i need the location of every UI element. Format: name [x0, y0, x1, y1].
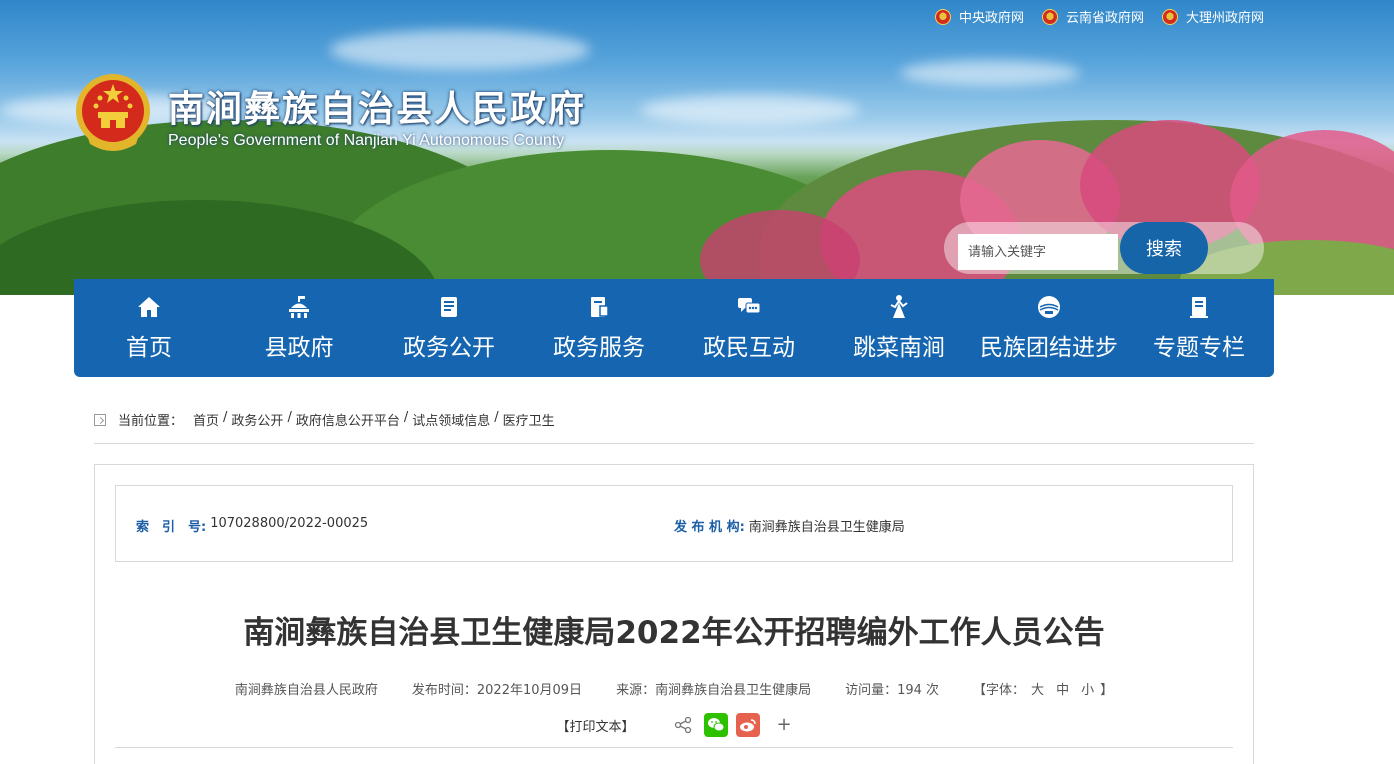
- nav-item-home[interactable]: 首页: [74, 279, 224, 377]
- national-emblem-icon: [1161, 8, 1178, 25]
- article-container: 索 引 号: 107028800/2022-00025 发 布 机 构: 南涧彝…: [94, 464, 1254, 764]
- national-emblem-logo[interactable]: [74, 72, 152, 154]
- breadcrumb-link-info-platform[interactable]: 政府信息公开平台: [296, 410, 400, 429]
- breadcrumb-label: 当前位置：: [118, 414, 184, 429]
- search-input[interactable]: [958, 234, 1118, 270]
- nav-item-interaction[interactable]: 政民互动: [674, 279, 824, 377]
- meta-index-value: 107028800/2022-00025: [210, 516, 369, 531]
- article-info-row: 南涧彝族自治县人民政府 发布时间：2022年10月09日 来源：南涧彝族自治县卫…: [95, 679, 1253, 698]
- more-share-icon[interactable]: +: [776, 716, 791, 734]
- meta-org-value: 南涧彝族自治县卫生健康局: [748, 520, 905, 535]
- breadcrumb-separator: /: [287, 410, 292, 425]
- cloud-decoration: [330, 30, 590, 70]
- meta-index-number: 索 引 号: 107028800/2022-00025: [136, 516, 368, 535]
- nav-item-ethnic-unity[interactable]: 民族团结进步: [974, 279, 1124, 377]
- service-icon: [591, 297, 609, 317]
- breadcrumb-link-pilot-info[interactable]: 试点领域信息: [412, 410, 490, 429]
- top-link-label: 中央政府网: [958, 11, 1024, 26]
- font-small-button[interactable]: 小: [1081, 683, 1094, 698]
- print-button[interactable]: 【打印文本】: [556, 716, 634, 735]
- article-title: 南涧彝族自治县卫生健康局2022年公开招聘编外工作人员公告: [243, 615, 1105, 651]
- breadcrumb-link-home[interactable]: 首页: [193, 410, 219, 429]
- unity-icon: [1038, 296, 1060, 318]
- divider: [115, 747, 1233, 748]
- article-source: 来源：南涧彝族自治县卫生健康局: [616, 683, 812, 698]
- dancer-icon: [890, 295, 908, 318]
- breadcrumb-arrow-icon: [94, 414, 106, 426]
- main-nav: 首页 县政府 政务公开 政务服务 政民互动 跳菜南涧 民族团结进步 专题专栏: [74, 279, 1274, 377]
- document-icon: [441, 297, 457, 317]
- breadcrumb-separator: /: [494, 410, 499, 425]
- top-link-label: 大理州政府网: [1185, 11, 1264, 26]
- breadcrumb-link-healthcare[interactable]: 医疗卫生: [503, 410, 555, 429]
- national-emblem-icon: [1041, 8, 1058, 25]
- nav-item-special-topics[interactable]: 专题专栏: [1124, 279, 1274, 377]
- nav-item-county-gov[interactable]: 县政府: [224, 279, 374, 377]
- font-label-close: 】: [1100, 683, 1114, 698]
- nav-item-tiaocai-nanjian[interactable]: 跳菜南涧: [824, 279, 974, 377]
- share-row: 【打印文本】 +: [95, 713, 1253, 737]
- nav-label: 民族团结进步: [980, 335, 1118, 361]
- meta-org-key: 发 布 机 构:: [674, 520, 745, 535]
- top-link-label: 云南省政府网: [1065, 11, 1144, 26]
- breadcrumb-link-gov-affairs[interactable]: 政务公开: [231, 410, 283, 429]
- meta-publishing-org: 发 布 机 构: 南涧彝族自治县卫生健康局: [674, 516, 905, 535]
- top-links: 中央政府网 云南省政府网 大理州政府网: [934, 7, 1264, 26]
- top-link-dali-gov[interactable]: 大理州政府网: [1161, 7, 1264, 26]
- breadcrumb-separator: /: [223, 410, 228, 425]
- nav-label: 跳菜南涧: [853, 335, 945, 361]
- meta-index-key: 索 引 号:: [136, 520, 207, 535]
- font-size-control: 【字体： 大中小】: [973, 679, 1113, 698]
- government-building-icon: [289, 296, 309, 318]
- share-icon[interactable]: [674, 716, 692, 734]
- breadcrumb: 当前位置： 首页 / 政务公开 / 政府信息公开平台 / 试点领域信息 / 医疗…: [94, 410, 1254, 444]
- font-label-open: 【字体：: [973, 683, 1026, 698]
- weibo-share-icon[interactable]: [736, 713, 761, 737]
- nav-label: 专题专栏: [1153, 335, 1245, 361]
- nav-label: 政务公开: [403, 335, 495, 361]
- search-bar: 搜索: [944, 222, 1264, 274]
- wechat-share-icon[interactable]: [704, 713, 729, 737]
- nav-label: 首页: [126, 335, 172, 361]
- search-button[interactable]: 搜索: [1120, 222, 1208, 274]
- chat-icon: [738, 298, 761, 314]
- nav-item-gov-services[interactable]: 政务服务: [524, 279, 674, 377]
- nav-label: 县政府: [264, 335, 334, 361]
- top-link-yunnan-gov[interactable]: 云南省政府网: [1041, 7, 1144, 26]
- article-publisher: 南涧彝族自治县人民政府: [234, 683, 378, 698]
- article-visits: 访问量：194 次: [845, 683, 940, 698]
- header-banner: 中央政府网 云南省政府网 大理州政府网 南涧彝族自治县人民政府 People's…: [0, 0, 1394, 295]
- nav-label: 政务服务: [553, 335, 645, 361]
- site-title: 南涧彝族自治县人民政府: [168, 89, 587, 130]
- font-medium-button[interactable]: 中: [1056, 683, 1069, 698]
- article-meta-box: 索 引 号: 107028800/2022-00025 发 布 机 构: 南涧彝…: [115, 485, 1233, 562]
- nav-label: 政民互动: [703, 335, 795, 361]
- top-link-central-gov[interactable]: 中央政府网: [934, 7, 1024, 26]
- national-emblem-icon: [934, 8, 951, 25]
- article-publish-time: 发布时间：2022年10月09日: [411, 683, 583, 698]
- home-icon: [138, 297, 160, 317]
- topic-icon: [1190, 297, 1208, 318]
- cloud-decoration: [900, 60, 1080, 86]
- cloud-decoration: [640, 95, 860, 125]
- breadcrumb-separator: /: [403, 410, 409, 425]
- nav-item-gov-affairs-open[interactable]: 政务公开: [374, 279, 524, 377]
- font-large-button[interactable]: 大: [1031, 683, 1044, 698]
- site-subtitle: People's Government of Nanjian Yi Autono…: [168, 132, 565, 149]
